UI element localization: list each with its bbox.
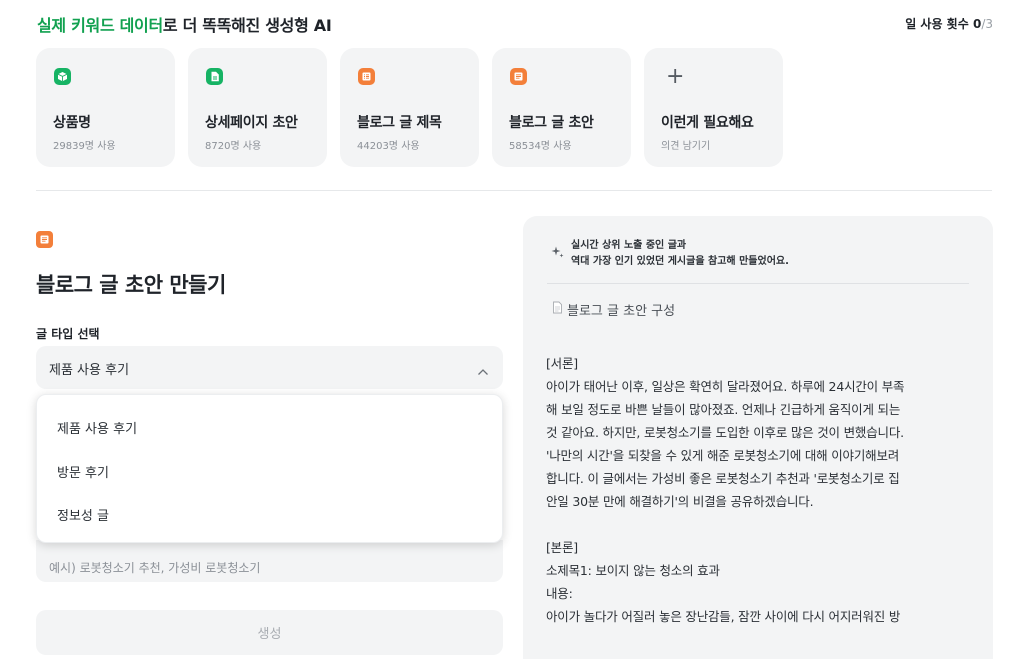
content-line: 아이가 놀다가 어질러 놓은 장난감들, 잠깐 사이에 다시 어지러워진 방 — [546, 609, 901, 624]
option-informative[interactable]: 정보성 글 — [57, 505, 109, 524]
headline-accent: 실제 키워드 데이터 — [37, 16, 163, 35]
type-select[interactable]: 제품 사용 후기 — [36, 346, 503, 389]
card-title: 상세페이지 초안 — [205, 115, 298, 131]
preview-divider — [547, 283, 969, 284]
keyword-field[interactable] — [36, 540, 503, 582]
list-icon — [358, 68, 375, 85]
card-usage: 29839명 사용 — [53, 141, 116, 152]
type-label: 글 타입 선택 — [36, 327, 100, 341]
plus-icon: + — [666, 64, 685, 89]
preview-heading-2: 역대 가장 인기 있었던 게시글을 참고해 만들었어요. — [571, 256, 789, 267]
body-label: [본론] — [546, 540, 578, 555]
document-icon — [206, 68, 223, 85]
intro-line: 해 보일 정도로 바쁜 날들이 많아졌죠. 언제나 긴급하게 움직이게 되는 — [546, 402, 901, 417]
content-label: 내용: — [546, 586, 573, 601]
text-icon — [510, 68, 527, 85]
page-headline: 실제 키워드 데이터로 더 똑똑해진 생성형 AI — [37, 12, 332, 36]
card-usage: 44203명 사용 — [357, 141, 420, 152]
usage-max: /3 — [981, 17, 993, 31]
intro-line: 것 같아요. 하지만, 로봇청소기를 도입한 이후로 많은 것이 변했습니다. — [546, 425, 904, 440]
intro-line: 아이가 태어난 이후, 일상은 확연히 달라졌어요. 하루에 24시간이 부족 — [546, 379, 905, 394]
card-usage: 58534명 사용 — [509, 141, 572, 152]
draft-body: [서론] 아이가 태어난 이후, 일상은 확연히 달라졌어요. 하루에 24시간… — [546, 352, 986, 628]
tool-cards: 상품명 29839명 사용 상세페이지 초안 8720명 사용 블로그 글 제목… — [36, 48, 783, 167]
usage-counter: 일 사용 횟수 0/3 — [905, 15, 993, 32]
option-product-review[interactable]: 제품 사용 후기 — [57, 418, 137, 437]
card-title: 이런게 필요해요 — [661, 115, 754, 131]
card-blog-draft[interactable]: 블로그 글 초안 58534명 사용 — [492, 48, 631, 167]
usage-label: 일 사용 횟수 — [905, 17, 969, 31]
doc-title-row: 블로그 글 초안 구성 — [552, 300, 675, 319]
document-icon — [552, 301, 563, 318]
box-icon — [54, 68, 71, 85]
headline-rest: 로 더 똑똑해진 생성형 AI — [162, 16, 332, 35]
option-visit-review[interactable]: 방문 후기 — [57, 462, 109, 481]
card-detail-page-draft[interactable]: 상세페이지 초안 8720명 사용 — [188, 48, 327, 167]
preview-heading-1: 실시간 상위 노출 중인 글과 — [571, 240, 687, 251]
card-title: 상품명 — [53, 115, 91, 131]
form-title: 블로그 글 초안 만들기 — [36, 273, 226, 297]
generate-button[interactable]: 생성 — [36, 610, 503, 655]
keyword-input[interactable] — [36, 540, 503, 582]
card-feedback[interactable]: + 이런게 필요해요 의견 남기기 — [644, 48, 783, 167]
sparkle-icon — [551, 244, 565, 263]
card-title: 블로그 글 초안 — [509, 115, 594, 131]
card-blog-title[interactable]: 블로그 글 제목 44203명 사용 — [340, 48, 479, 167]
intro-label: [서론] — [546, 356, 578, 371]
intro-line: 합니다. 이 글에서는 가성비 좋은 로봇청소기 추천과 '로봇청소기로 집 — [546, 471, 900, 486]
card-usage: 8720명 사용 — [205, 141, 262, 152]
card-product-name[interactable]: 상품명 29839명 사용 — [36, 48, 175, 167]
preview-panel: 실시간 상위 노출 중인 글과 역대 가장 인기 있었던 게시글을 참고해 만들… — [523, 216, 993, 659]
text-icon — [36, 231, 53, 248]
type-dropdown-menu: 제품 사용 후기 방문 후기 정보성 글 — [36, 394, 503, 543]
intro-line: 안일 30분 만에 해결하기'의 비결을 공유하겠습니다. — [546, 494, 814, 509]
card-subtitle: 의견 남기기 — [661, 141, 711, 152]
intro-line: '나만의 시간'을 되찾을 수 있게 해준 로봇청소기에 대해 이야기해보려 — [546, 448, 900, 463]
section-divider — [36, 190, 992, 191]
card-title: 블로그 글 제목 — [357, 115, 442, 131]
subtitle: 소제목1: 보이지 않는 청소의 효과 — [546, 563, 720, 578]
doc-title: 블로그 글 초안 구성 — [567, 304, 676, 319]
type-select-value: 제품 사용 후기 — [49, 363, 130, 378]
chevron-up-icon — [477, 361, 489, 380]
